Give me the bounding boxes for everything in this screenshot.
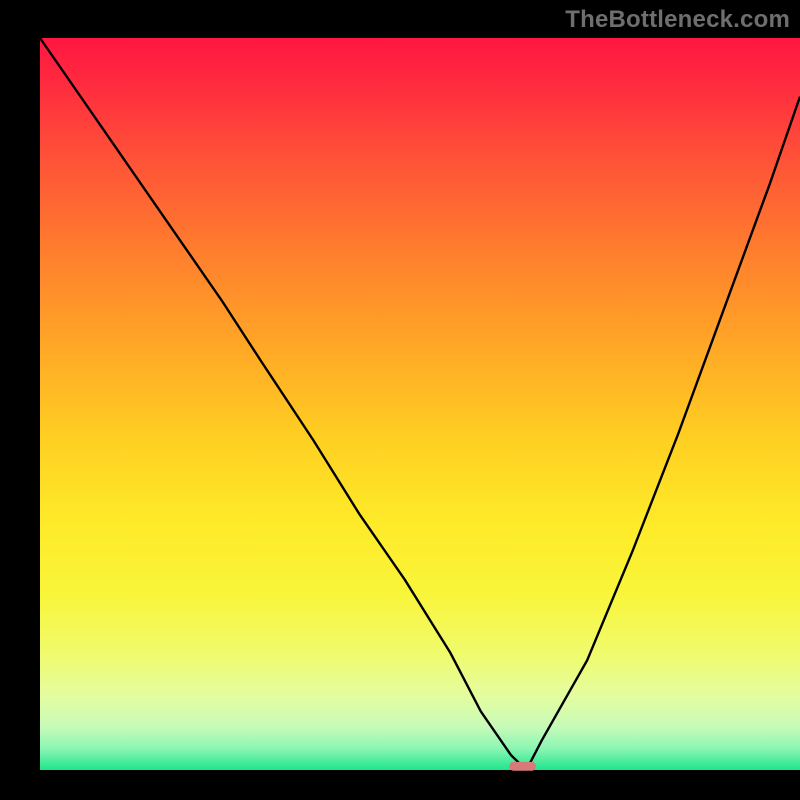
chart-container: TheBottleneck.com	[0, 0, 800, 800]
optimum-marker	[509, 762, 536, 771]
bottleneck-chart	[0, 0, 800, 800]
watermark-text: TheBottleneck.com	[565, 6, 790, 34]
plot-background	[40, 38, 800, 770]
